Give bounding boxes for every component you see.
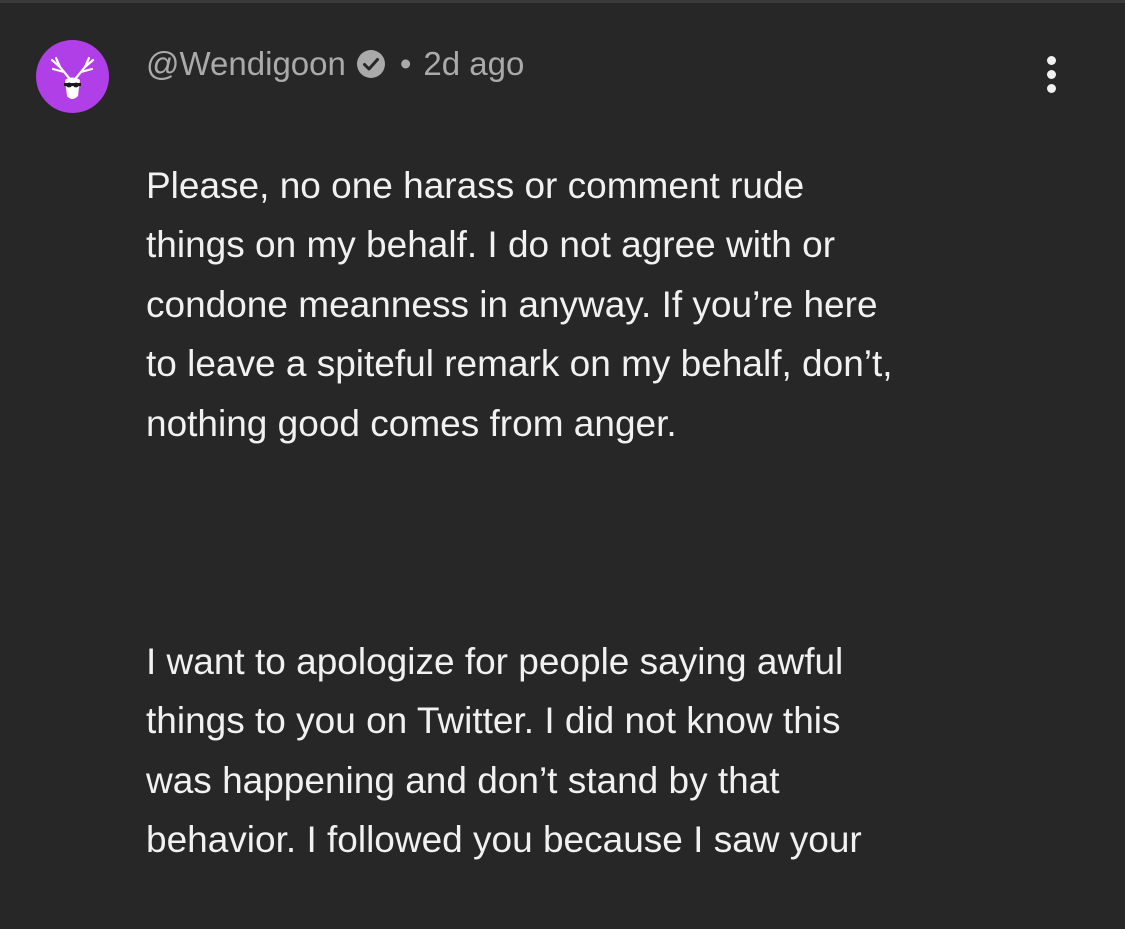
avatar[interactable] xyxy=(36,40,109,113)
meta-separator: • xyxy=(399,45,412,82)
comment-paragraph-1: Please, no one harass or comment rude th… xyxy=(146,164,893,444)
deer-skull-icon xyxy=(50,56,95,99)
comment-thread-item: @Wendigoon • 2d ago Please, no one haras… xyxy=(0,0,1125,860)
comment-header: @Wendigoon • 2d ago xyxy=(146,42,524,86)
comment-body: Please, no one harass or comment rude th… xyxy=(146,96,1106,929)
comment-timestamp[interactable]: 2d ago xyxy=(423,45,524,83)
author-name[interactable]: @Wendigoon xyxy=(146,45,346,83)
comment-paragraph-2: I want to apologize for people saying aw… xyxy=(146,640,862,861)
more-vertical-icon[interactable] xyxy=(1036,56,1068,96)
verified-check-icon xyxy=(356,49,386,79)
